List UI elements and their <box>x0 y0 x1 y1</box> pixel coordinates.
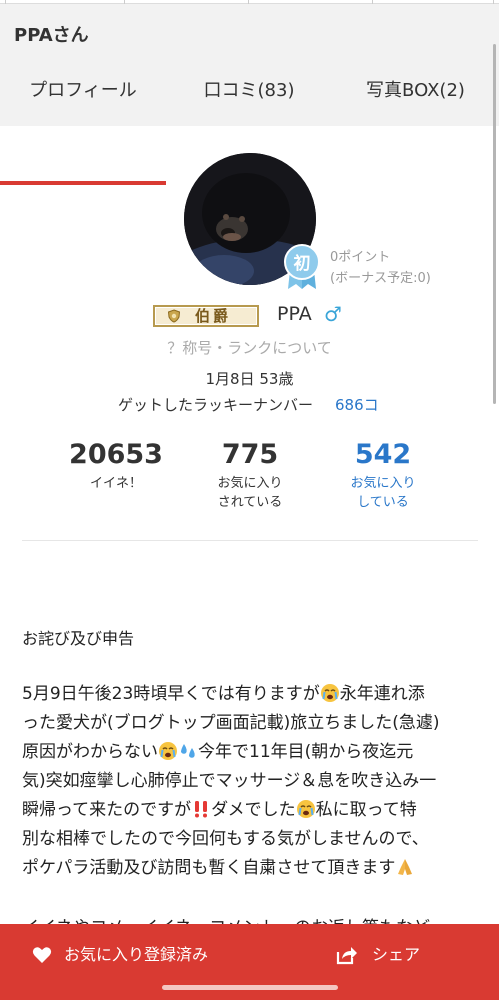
bottom-action-bar: お気に入り登録済み シェア <box>0 924 499 1000</box>
username: PPA <box>277 303 312 325</box>
points-info: 0ポイント (ボーナス予定:0) <box>330 247 431 289</box>
post-line: った愛犬が(ブログトップ画面記載)旅立ちました(急遽) <box>22 713 440 733</box>
post-line: 原因がわからない 今年で11年目(朝から夜迄元 <box>22 742 414 762</box>
tab-profile[interactable]: プロフィール <box>0 60 166 126</box>
stat-label: イイネ！ <box>89 476 142 491</box>
sweat-droplets-icon <box>181 744 195 758</box>
stat-label: お気に入り している <box>323 474 443 512</box>
crying-face-icon <box>296 800 315 818</box>
stat-favorited-by: 775 お気に入り されている <box>190 438 310 512</box>
male-gender-icon: ♂ <box>324 302 342 326</box>
badge-text: 初 <box>294 253 311 274</box>
active-tab-indicator <box>0 181 166 185</box>
stat-likes: 20653 イイネ！ <box>56 438 176 493</box>
stat-label-line: お気に入り <box>217 476 283 491</box>
stat-value: 20653 <box>69 439 163 470</box>
beginner-badge: 初 <box>282 242 322 290</box>
share-icon <box>336 947 357 965</box>
bonus-value: (ボーナス予定:0) <box>330 271 431 286</box>
crying-face-icon <box>320 684 339 702</box>
shield-icon <box>167 309 181 323</box>
rank-title-plate: 伯爵 <box>153 305 259 327</box>
birthday-age: 1月8日 53歳 <box>205 370 294 388</box>
post-body: 5月9日午後23時頃早くでは有りますが 永年連れ添 った愛犬が(ブログトップ画面記… <box>22 680 482 883</box>
post-line: 5月9日午後23時頃早くでは有りますが 永年連れ添 <box>22 684 425 704</box>
stat-label-line: お気に入り <box>350 476 416 491</box>
stat-value: 775 <box>221 439 279 470</box>
home-indicator <box>162 985 338 990</box>
tab-photo-box[interactable]: 写真BOX(2) <box>332 60 499 126</box>
page-header: PPAさん <box>0 4 499 60</box>
page-title: PPAさん <box>14 25 89 46</box>
post-title: お詫び及び申告 <box>22 629 135 648</box>
rank-title: 伯爵 <box>195 307 232 325</box>
points-value: 0ポイント <box>330 250 391 265</box>
stat-value: 542 <box>354 439 412 470</box>
stat-label-line: している <box>357 495 409 510</box>
folded-hands-icon <box>398 859 413 875</box>
lucky-number-link[interactable]: 686コ <box>335 394 379 415</box>
crying-face-icon <box>159 742 177 760</box>
tab-reviews[interactable]: 口コミ(83) <box>166 60 332 126</box>
profile-tabs: プロフィール 口コミ(83) 写真BOX(2) <box>0 60 499 185</box>
post-line: 別な相棒でしたので今回何もする気がしませんので、 <box>22 829 429 849</box>
share-button-label: シェア <box>372 945 421 964</box>
heart-icon <box>32 947 52 963</box>
double-exclamation-icon <box>195 801 208 818</box>
favorite-button-label: お気に入り登録済み <box>64 945 209 964</box>
lucky-number-label: ゲットしたラッキーナンバー <box>118 396 314 414</box>
stat-label-line: されている <box>217 495 283 510</box>
rank-help-link[interactable]: ？称号・ランクについて <box>0 337 499 358</box>
post-line: ポケパラ活動及び訪問も暫く自粛させて頂きます <box>22 854 482 883</box>
ribbon-badge-icon: 初 <box>284 244 320 289</box>
post-line: 気)突如痙攣し心肺停止でマッサージ＆息を吹き込み一 <box>22 771 437 791</box>
stat-label: お気に入り されている <box>190 474 310 512</box>
post-line: 瞬帰って来たのですが ダメでした 私に取って特 <box>22 800 417 820</box>
stat-favorites-link[interactable]: 542 お気に入り している <box>323 438 443 512</box>
section-divider <box>22 540 478 541</box>
